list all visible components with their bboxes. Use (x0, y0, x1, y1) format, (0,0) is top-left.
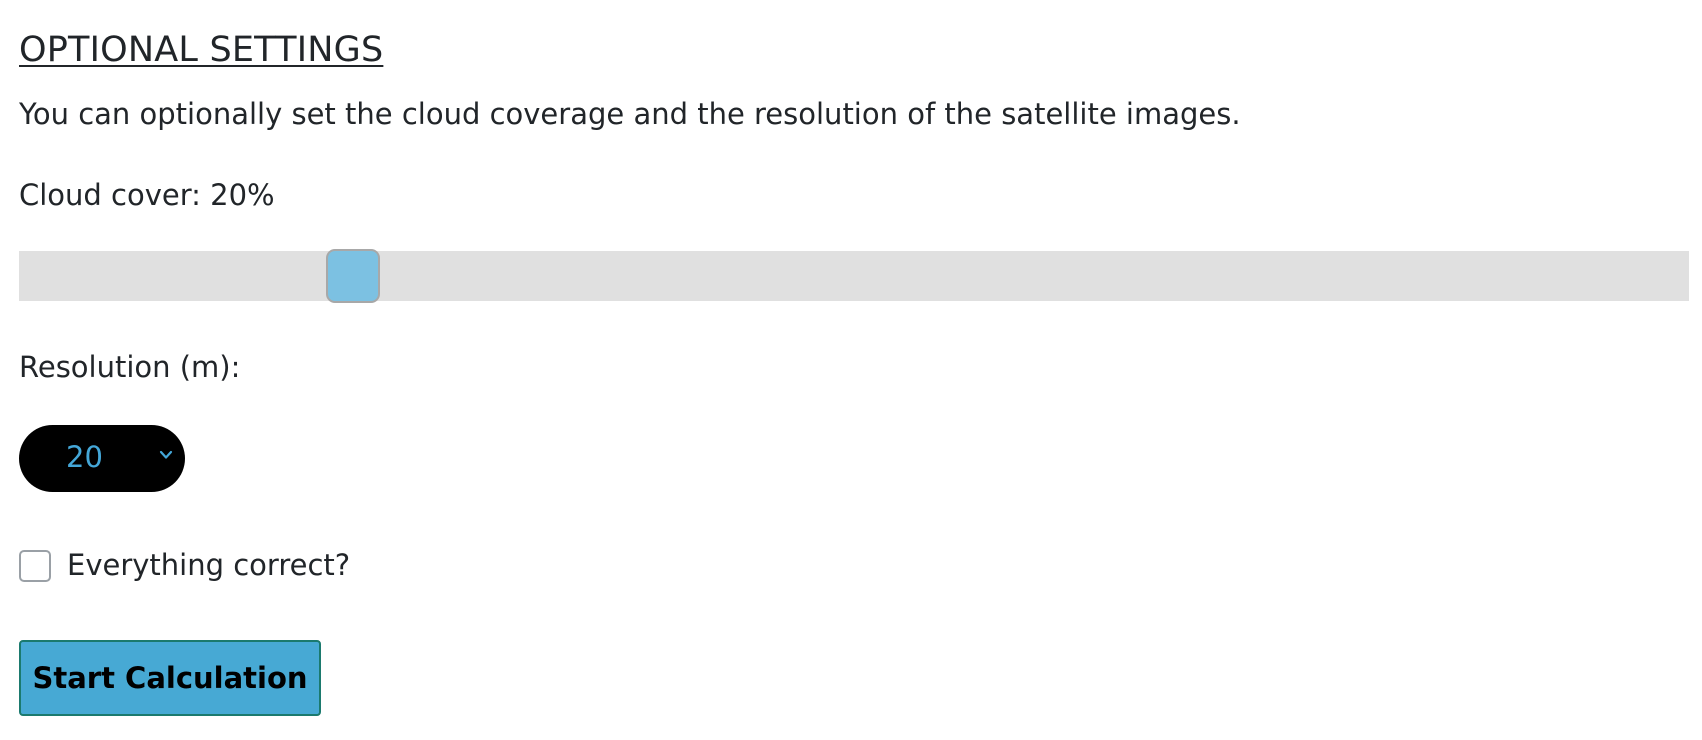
section-description: You can optionally set the cloud coverag… (19, 97, 1241, 131)
resolution-select-value: 20 (66, 440, 103, 474)
start-calculation-button[interactable]: Start Calculation (19, 640, 321, 716)
everything-correct-checkbox[interactable] (19, 550, 51, 582)
everything-correct-label[interactable]: Everything correct? (67, 548, 350, 582)
cloud-cover-label: Cloud cover: 20% (19, 178, 275, 212)
resolution-select[interactable]: 20 (19, 425, 185, 492)
optional-settings-page: OPTIONAL SETTINGS You can optionally set… (0, 0, 1702, 740)
cloud-cover-slider[interactable] (19, 249, 1689, 303)
section-heading: OPTIONAL SETTINGS (19, 30, 384, 70)
resolution-label: Resolution (m): (19, 350, 241, 384)
chevron-down-icon (159, 450, 173, 459)
cloud-cover-slider-thumb[interactable] (326, 249, 380, 303)
